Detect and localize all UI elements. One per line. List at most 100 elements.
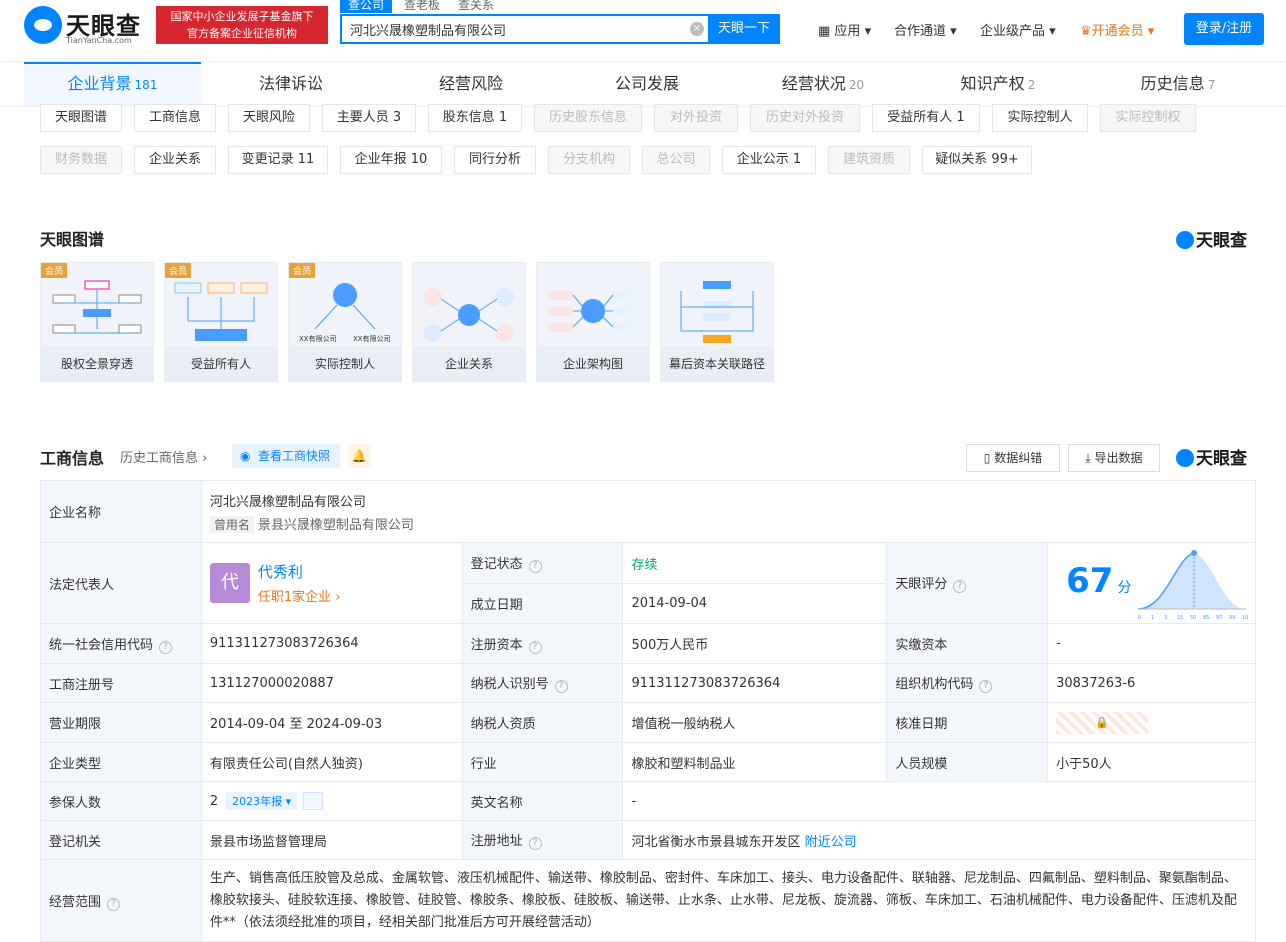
tianyan-score[interactable]: 67分 0131550859799100 — [1047, 542, 1256, 624]
chip-control-right: 实际控制权 — [1100, 104, 1196, 132]
table-row: 统一社会信用代码? 911311273083726364 注册资本? 500万人… — [40, 623, 1256, 664]
chip-history-investments: 历史对外投资 — [750, 104, 860, 132]
trend-chart-icon[interactable] — [303, 792, 324, 811]
score-axis-tick: 1 — [1151, 615, 1154, 621]
legal-rep-name[interactable]: 代秀利 — [258, 561, 341, 582]
chip-changes[interactable]: 变更记录 11 — [228, 146, 328, 174]
founded-date: 2014-09-04 — [622, 583, 888, 624]
history-biz-link[interactable]: 历史工商信息 › — [120, 447, 207, 466]
score-axis-tick: 100 — [1242, 615, 1248, 621]
crown-icon: ♛ — [1080, 24, 1092, 39]
score-axis-tick: 3 — [1164, 615, 1167, 621]
help-icon[interactable]: ? — [107, 897, 121, 911]
card-beneficiary[interactable]: 会员 受益所有人 — [164, 262, 278, 382]
login-button[interactable]: 登录/注册 — [1184, 13, 1264, 45]
chip-controller[interactable]: 实际控制人 — [992, 104, 1088, 132]
tab-operation[interactable]: 经营状况 20 — [768, 62, 878, 106]
snapshot-button[interactable]: ◉ 查看工商快照 — [232, 444, 340, 468]
legal-rep-roles[interactable]: 任职1家企业 › — [258, 586, 341, 605]
table-row: 法定代表人 代代秀利 任职1家企业 › 登记状态? 存续 天眼评分? 67 分 01… — [40, 542, 1256, 624]
insured-count: 2 — [209, 793, 219, 809]
card-relations[interactable]: 企业关系 — [412, 262, 526, 382]
chip-annual-reports[interactable]: 企业年报 10 — [340, 146, 442, 174]
table-row: 企业类型 有限责任公司(自然人独资) 行业 橡胶和塑料制品业 人员规模 小于50… — [40, 742, 1256, 782]
bell-icon[interactable]: 🔔 — [348, 444, 370, 468]
official-badge: 国家中小企业发展子基金旗下 官方备案企业征信机构 — [156, 6, 328, 44]
card-equity[interactable]: 会员 股权全景穿透 — [40, 262, 154, 382]
nav-partner[interactable]: 合作通道 ▾ — [894, 20, 957, 39]
help-icon[interactable]: ? — [159, 640, 173, 654]
card-controller[interactable]: 会员 XX有限公司 XX有限公司 实际控制人 — [288, 262, 402, 382]
chip-biz-info[interactable]: 工商信息 — [134, 104, 216, 132]
nearby-companies-link[interactable]: 附近公司 — [805, 835, 857, 850]
export-data-button[interactable]: ⤓ 导出数据 — [1068, 444, 1160, 472]
chip-shareholders[interactable]: 股东信息 1 — [428, 104, 522, 132]
industry: 橡胶和塑料制品业 — [622, 742, 888, 782]
correct-data-button[interactable]: ▯ 数据纠错 — [966, 444, 1060, 472]
chip-public-notice[interactable]: 企业公示 1 — [722, 146, 816, 174]
clear-search-icon[interactable]: × — [690, 22, 704, 36]
table-row: 工商注册号 131127000020887 纳税人识别号? 9113112730… — [40, 663, 1256, 703]
business-info-table: 企业名称 河北兴晟橡塑制品有限公司 曾用名 景县兴晟橡塑制品有限公司 法定代表人 … — [40, 480, 1257, 942]
tab-background[interactable]: 企业背景 181 — [24, 62, 201, 106]
beneficiary-thumb-icon — [174, 282, 268, 341]
chip-graph[interactable]: 天眼图谱 — [40, 104, 122, 132]
search-tab-company[interactable]: 查公司 — [340, 0, 393, 13]
nav-vip[interactable]: ♛开通会员 ▾ — [1080, 20, 1154, 39]
chip-key-people[interactable]: 主要人员 3 — [322, 104, 416, 132]
table-row: 登记机关 景县市场监督管理局 注册地址? 河北省衡水市景县城东开发区 附近公司 — [40, 820, 1256, 860]
tab-history[interactable]: 历史信息 7 — [1128, 62, 1228, 106]
help-icon[interactable]: ? — [528, 560, 542, 573]
reg-capital: 500万人民币 — [622, 623, 888, 664]
help-icon[interactable]: ? — [979, 680, 993, 693]
lock-icon[interactable]: 🔒 — [1056, 711, 1149, 734]
nav-enterprise[interactable]: 企业级产品 ▾ — [980, 20, 1056, 39]
score-axis-tick: 50 — [1190, 615, 1196, 621]
chip-risk[interactable]: 天眼风险 — [228, 104, 310, 132]
paid-capital: - — [1047, 623, 1256, 664]
chip-beneficiary[interactable]: 受益所有人 1 — [872, 104, 980, 132]
equity-thumb-icon — [52, 280, 142, 334]
main-tabs: 企业背景 181 法律诉讼 经营风险 公司发展 经营状况 20 知识产权 2 历史信息… — [0, 62, 1286, 107]
reg-authority: 景县市场监督管理局 — [200, 820, 463, 860]
taxpayer-qualification: 增值税一般纳税人 — [622, 702, 888, 743]
search-button[interactable]: 天眼一下 — [708, 14, 780, 44]
card-structure[interactable]: 企业架构图 — [536, 262, 650, 382]
site-logo[interactable]: 天眼查 TianYanCha.com — [24, 6, 152, 46]
search-tab-boss[interactable]: 查老板 — [404, 0, 440, 13]
tab-legal[interactable]: 法律诉讼 — [240, 62, 342, 106]
reg-status: 存续 — [622, 542, 888, 584]
score-axis-tick: 97 — [1216, 615, 1222, 621]
chip-investments: 对外投资 — [654, 104, 738, 132]
document-icon: ▯ — [983, 451, 995, 465]
help-icon[interactable]: ? — [953, 580, 967, 593]
business-scope: 生产、销售高低压胶管及总成、金属软管、液压机械配件、输送带、橡胶制品、密封件、车… — [200, 859, 1257, 942]
biz-brand: 天眼查 — [1176, 444, 1247, 469]
card-capital-path[interactable]: 幕后资本关联路径 — [660, 262, 774, 382]
chip-suspected[interactable]: 疑似关系 99+ — [922, 146, 1032, 174]
apps-grid-icon: ▦ — [818, 24, 835, 39]
search-tab-relation[interactable]: 查关系 — [458, 0, 494, 13]
chip-construction: 建筑资质 — [828, 146, 910, 174]
structure-thumb-icon — [549, 291, 639, 332]
chip-peers[interactable]: 同行分析 — [454, 146, 536, 174]
tax-id: 911311273083726364 — [622, 663, 888, 703]
help-icon[interactable]: ? — [528, 640, 542, 654]
chip-relations[interactable]: 企业关系 — [134, 146, 216, 174]
svg-text:XX有限公司: XX有限公司 — [353, 334, 391, 343]
company-name: 河北兴晟橡塑制品有限公司 — [209, 494, 366, 510]
chip-branches: 分支机构 — [548, 146, 630, 174]
camera-icon: ◉ — [240, 449, 251, 463]
tab-ip[interactable]: 知识产权 2 — [948, 62, 1048, 106]
nav-apps[interactable]: ▦ 应用 ▾ — [818, 20, 871, 39]
help-icon[interactable]: ? — [554, 680, 568, 693]
search-input[interactable] — [342, 16, 672, 42]
svg-text:XX有限公司: XX有限公司 — [299, 334, 337, 343]
score-curve-chart: 0 1 3 15 50 85 97 99 100 — [1138, 550, 1248, 621]
help-icon[interactable]: ? — [528, 837, 542, 850]
tab-risk[interactable]: 经营风险 — [420, 62, 522, 106]
insured-year-button[interactable]: 2023年报 ▾ — [226, 791, 298, 810]
staff-size: 小于50人 — [1047, 742, 1256, 782]
reg-number: 131127000020887 — [200, 663, 463, 703]
tab-development[interactable]: 公司发展 — [596, 62, 698, 106]
